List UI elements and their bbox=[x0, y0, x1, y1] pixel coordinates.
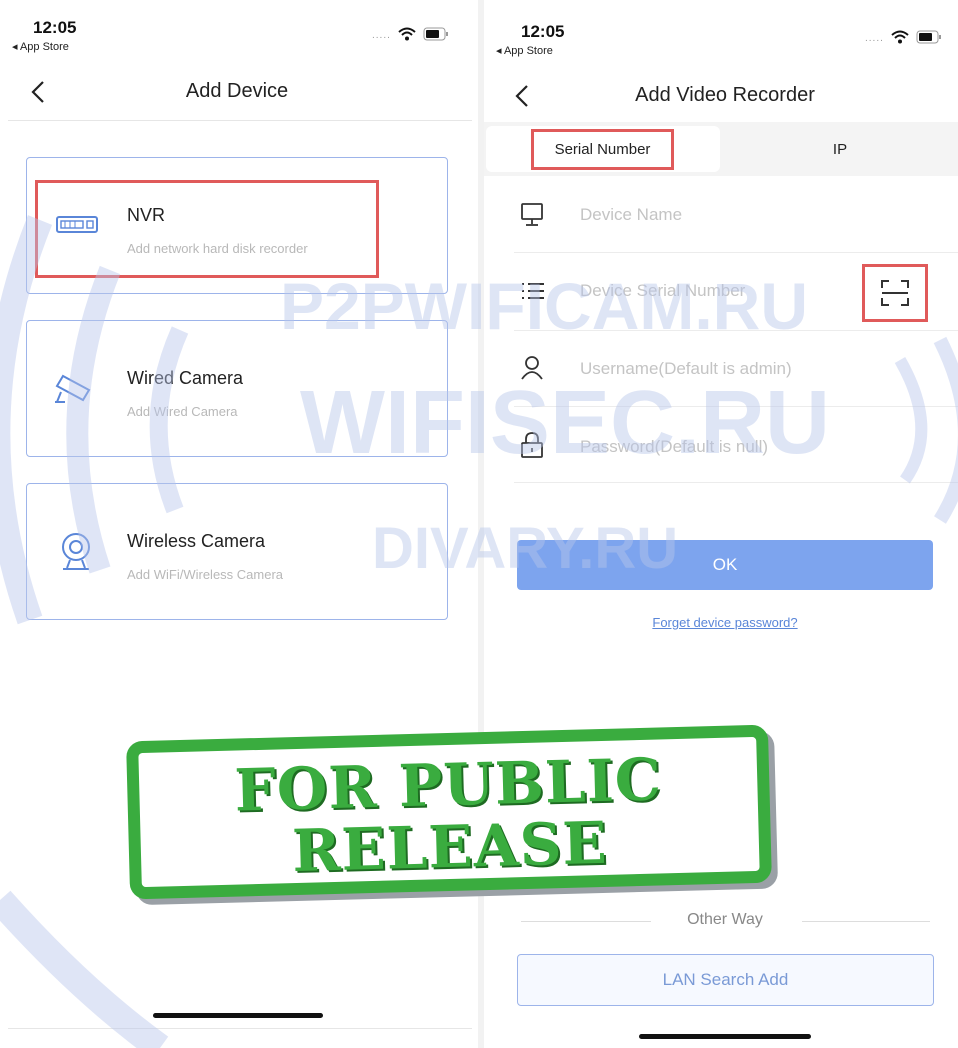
watermark-text: P2PWIFICAM.RU bbox=[280, 269, 808, 343]
watermark-text: WIFISEC.RU bbox=[300, 373, 830, 473]
public-release-stamp: FOR PUBLIC RELEASE bbox=[126, 724, 772, 900]
watermark-text: DIVARY.RU bbox=[372, 516, 679, 581]
